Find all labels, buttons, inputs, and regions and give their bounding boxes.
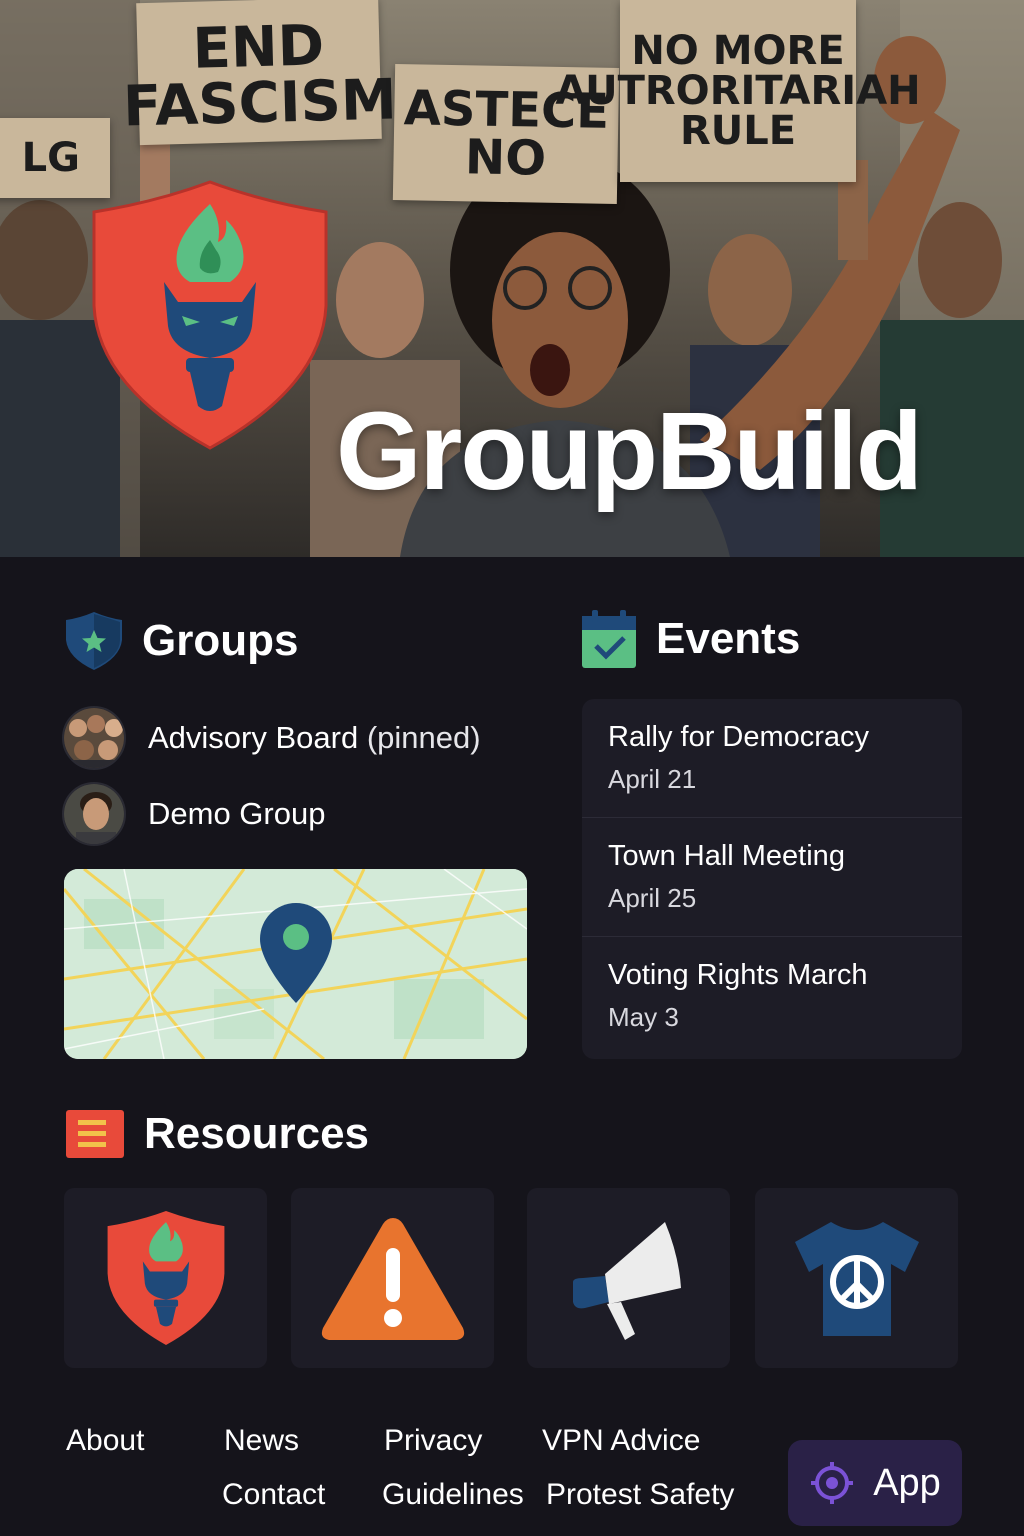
- megaphone-icon: [572, 1222, 681, 1340]
- event-item[interactable]: Voting Rights March May 3: [582, 937, 962, 1056]
- footer-link-about[interactable]: About: [66, 1424, 144, 1458]
- events-title: Events: [656, 614, 801, 663]
- protest-sign: END FASCISM: [122, 0, 397, 146]
- target-icon: [811, 1462, 854, 1504]
- app-button-label: App: [873, 1461, 941, 1504]
- group-item-advisory-board[interactable]: Advisory Board (pinned): [62, 700, 532, 776]
- app-button[interactable]: App: [788, 1440, 962, 1526]
- footer-links: About News Contact Privacy Guidelines VP…: [66, 1420, 776, 1530]
- event-title: Rally for Democracy: [608, 721, 870, 753]
- resource-tile-megaphone[interactable]: [527, 1188, 730, 1368]
- group-name: Advisory Board: [148, 720, 359, 755]
- resource-tile-brand[interactable]: [64, 1188, 267, 1368]
- event-date: April 21: [608, 764, 697, 794]
- app-title: GroupBuild: [336, 390, 923, 513]
- calendar-check-icon: [582, 610, 636, 668]
- resources-header: Resources: [64, 1108, 369, 1160]
- warning-icon: [321, 1218, 464, 1340]
- resource-tile-apparel[interactable]: [755, 1188, 958, 1368]
- protest-sign: NO MORE AUTRORITARIAH RULE: [555, 0, 921, 182]
- shield-star-icon: [66, 612, 122, 670]
- resources-grid: [64, 1188, 964, 1370]
- avatar: [62, 706, 126, 770]
- groups-header: Groups: [64, 610, 298, 672]
- group-item-demo-group[interactable]: Demo Group: [62, 776, 532, 852]
- document-list-icon: [66, 1110, 124, 1158]
- footer-link-privacy[interactable]: Privacy: [384, 1424, 482, 1458]
- events-header: Events: [580, 608, 800, 670]
- shield-logo-icon: [107, 1211, 224, 1345]
- event-title: Town Hall Meeting: [608, 840, 845, 872]
- hero-banner: LG END FASCISM ASTECE NO NO MORE AUTRORI…: [0, 0, 1024, 557]
- group-name-label: Advisory Board (pinned): [148, 720, 481, 756]
- footer-link-vpn-advice[interactable]: VPN Advice: [542, 1424, 700, 1458]
- event-item[interactable]: Town Hall Meeting April 25: [582, 818, 962, 937]
- footer-link-guidelines[interactable]: Guidelines: [382, 1478, 524, 1512]
- peace-shirt-icon: [794, 1222, 919, 1336]
- brand-shield-logo: [92, 180, 328, 450]
- event-title: Voting Rights March: [608, 959, 868, 991]
- pinned-tag: (pinned): [366, 720, 481, 755]
- event-item[interactable]: Rally for Democracy April 21: [582, 699, 962, 818]
- group-name-label: Demo Group: [148, 796, 326, 831]
- groups-list: Advisory Board (pinned) Demo Group: [62, 700, 532, 852]
- event-date: May 3: [608, 1002, 679, 1032]
- footer-link-protest-safety[interactable]: Protest Safety: [546, 1478, 734, 1512]
- events-list: Rally for Democracy April 21 Town Hall M…: [582, 699, 962, 1059]
- avatar: [62, 782, 126, 846]
- footer-link-contact[interactable]: Contact: [222, 1478, 325, 1512]
- footer-link-news[interactable]: News: [224, 1424, 299, 1458]
- group-map[interactable]: [64, 869, 527, 1059]
- groups-title: Groups: [142, 616, 299, 665]
- resources-title: Resources: [144, 1109, 370, 1158]
- event-date: April 25: [608, 883, 697, 913]
- resource-tile-warning[interactable]: [291, 1188, 494, 1368]
